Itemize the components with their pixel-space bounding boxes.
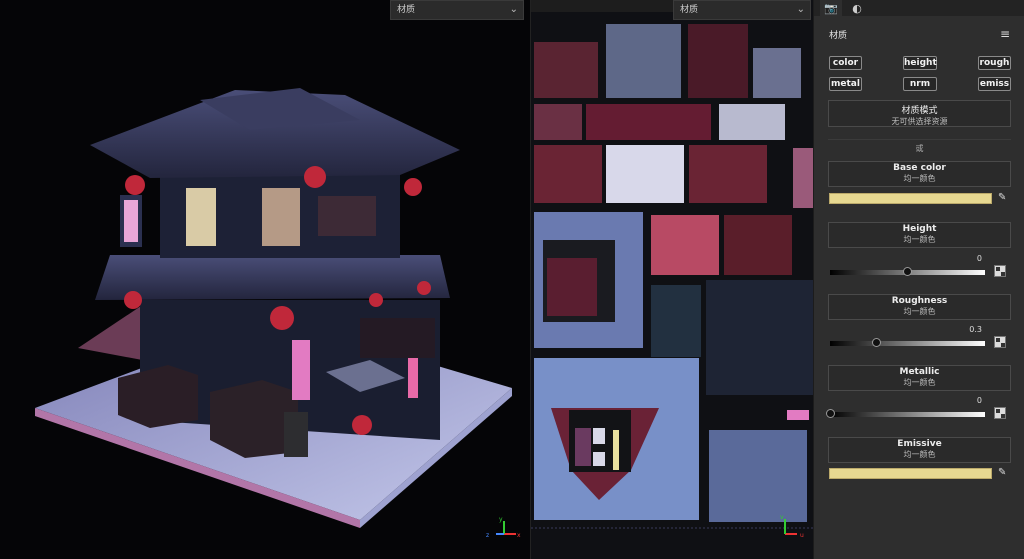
uv-tab-strip — [531, 0, 673, 12]
chevron-down-icon: ⌄ — [796, 4, 805, 15]
roughness-value: 0.3 — [969, 325, 982, 334]
axis-z-label: z — [486, 532, 489, 539]
metallic-slider[interactable] — [825, 409, 985, 418]
material-dropdown-3d[interactable]: 材质 ⌄ — [390, 0, 524, 20]
metallic-subtitle: 均一颜色 — [903, 378, 936, 387]
base-color-source[interactable]: Base color 均一颜色 — [828, 161, 1011, 187]
axis-x-label: x — [517, 532, 521, 539]
panel-title: 材质 — [829, 30, 848, 41]
roughness-title: Roughness — [891, 296, 948, 306]
metallic-texture-icon[interactable] — [994, 407, 1006, 419]
material-dropdown-uv[interactable]: 材质 ⌄ — [673, 0, 811, 20]
height-title: Height — [902, 224, 937, 234]
chip-emiss[interactable]: emiss — [978, 77, 1011, 91]
divider — [828, 139, 1011, 140]
chip-color[interactable]: color — [829, 56, 862, 70]
roughness-texture-icon[interactable] — [994, 336, 1006, 348]
height-source[interactable]: Height 均一颜色 — [828, 222, 1011, 248]
base-color-title: Base color — [893, 163, 946, 173]
lantern — [369, 293, 383, 307]
chip-height[interactable]: height — [903, 56, 937, 70]
uv-texture-atlas[interactable] — [531, 0, 813, 559]
base-color-swatch[interactable] — [829, 193, 992, 204]
metallic-source[interactable]: Metallic 均一颜色 — [828, 365, 1011, 391]
height-texture-icon[interactable] — [994, 265, 1006, 277]
chevron-down-icon: ⌄ — [509, 4, 518, 15]
material-mode-subtitle: 无可供选择资源 — [891, 117, 948, 126]
metallic-slider-knob[interactable] — [825, 409, 835, 418]
height-value: 0 — [976, 254, 982, 263]
or-label: 或 — [915, 144, 924, 153]
emissive-subtitle: 均一颜色 — [903, 450, 936, 459]
scene-render[interactable] — [0, 0, 530, 559]
metallic-value: 0 — [976, 396, 982, 405]
lantern — [404, 178, 422, 196]
chip-metal[interactable]: metal — [829, 77, 862, 91]
height-slider[interactable] — [830, 267, 985, 276]
lantern — [304, 166, 326, 188]
eyedropper-icon[interactable]: ✎ — [998, 192, 1010, 204]
axis-u-label: u — [800, 532, 804, 538]
viewport-3d[interactable]: 材质 ⌄ z x y — [0, 0, 530, 559]
lantern — [417, 281, 431, 295]
axis-gizmo-uv: u v — [780, 514, 804, 538]
lantern — [125, 175, 145, 195]
height-subtitle: 均一颜色 — [903, 235, 936, 244]
lantern — [352, 415, 372, 435]
height-slider-knob[interactable] — [903, 267, 912, 276]
chip-nrm[interactable]: nrm — [903, 77, 937, 91]
viewport-uv[interactable]: 材质 ⌄ u v — [530, 0, 813, 559]
axis-gizmo-3d: z x y — [486, 516, 521, 539]
metallic-title: Metallic — [899, 367, 940, 377]
channel-chips: color height rough metal nrm emiss — [814, 52, 1024, 98]
emissive-swatch[interactable] — [829, 468, 992, 479]
eyedropper-icon[interactable]: ✎ — [998, 467, 1010, 479]
emissive-source[interactable]: Emissive 均一颜色 — [828, 437, 1011, 463]
base-color-subtitle: 均一颜色 — [903, 174, 936, 183]
panel-header: 材质 ≡ — [814, 16, 1024, 52]
sphere-icon: ◐ — [852, 1, 862, 15]
material-panel: 📷 ◐ 材质 ≡ color height rough metal nrm em… — [813, 0, 1024, 559]
tab-material[interactable]: ◐ — [846, 0, 868, 16]
tab-camera[interactable]: 📷 — [820, 0, 842, 16]
lantern — [270, 306, 294, 330]
roughness-source[interactable]: Roughness 均一颜色 — [828, 294, 1011, 320]
material-mode-title: 材质模式 — [901, 106, 938, 116]
menu-icon[interactable]: ≡ — [1000, 27, 1010, 41]
roughness-slider[interactable] — [830, 338, 985, 347]
axis-y-label: y — [499, 516, 503, 523]
panel-tabs: 📷 ◐ — [814, 0, 1024, 16]
material-mode-selector[interactable]: 材质模式 无可供选择资源 — [828, 100, 1011, 127]
lantern — [124, 291, 142, 309]
axis-v-label: v — [780, 514, 784, 521]
camera-icon: 📷 — [824, 1, 838, 15]
chip-rough[interactable]: rough — [978, 56, 1011, 70]
roughness-slider-knob[interactable] — [872, 338, 881, 347]
roughness-subtitle: 均一颜色 — [903, 307, 936, 316]
emissive-title: Emissive — [897, 439, 942, 449]
